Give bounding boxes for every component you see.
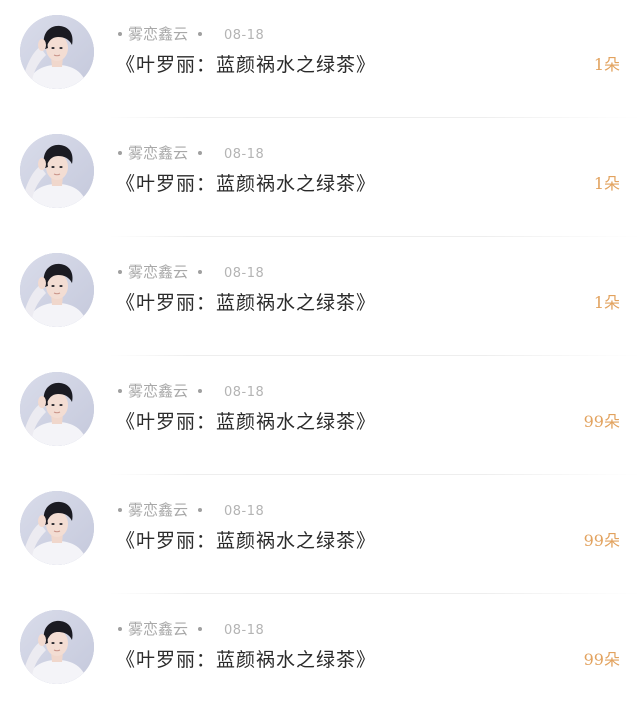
gift-amount: 99朵 [583, 650, 620, 669]
dot-icon [118, 32, 122, 36]
item-meta: 雾恋鑫云 08-18 [118, 143, 264, 163]
username[interactable]: 雾恋鑫云 [128, 263, 188, 281]
book-title[interactable]: 《叶罗丽：蓝颜祸水之绿茶》 [116, 409, 376, 435]
avatar[interactable] [20, 134, 94, 208]
list-item[interactable]: 雾恋鑫云 08-18 《叶罗丽：蓝颜祸水之绿茶》 1朵 [0, 238, 640, 356]
divider [110, 474, 640, 475]
item-meta: 雾恋鑫云 08-18 [118, 500, 264, 520]
list-item[interactable]: 雾恋鑫云 08-18 《叶罗丽：蓝颜祸水之绿茶》 99朵 [0, 357, 640, 475]
gift-list: 雾恋鑫云 08-18 《叶罗丽：蓝颜祸水之绿茶》 1朵 雾恋鑫云 08-18 《叶罗… [0, 0, 640, 708]
timestamp: 08-18 [224, 385, 265, 400]
gift-amount: 1朵 [593, 174, 620, 193]
divider [110, 236, 640, 237]
timestamp: 08-18 [224, 504, 265, 519]
avatar[interactable] [20, 15, 94, 89]
username[interactable]: 雾恋鑫云 [128, 501, 188, 519]
item-meta: 雾恋鑫云 08-18 [118, 619, 264, 639]
item-meta: 雾恋鑫云 08-18 [118, 262, 264, 282]
avatar-photo-icon [20, 610, 94, 684]
avatar[interactable] [20, 253, 94, 327]
avatar-photo-icon [20, 15, 94, 89]
username[interactable]: 雾恋鑫云 [128, 25, 188, 43]
dot-icon [118, 508, 122, 512]
dot-icon [118, 270, 122, 274]
username[interactable]: 雾恋鑫云 [128, 144, 188, 162]
gift-amount: 1朵 [593, 55, 620, 74]
dot-icon [118, 389, 122, 393]
list-item[interactable]: 雾恋鑫云 08-18 《叶罗丽：蓝颜祸水之绿茶》 1朵 [0, 0, 640, 118]
divider [110, 593, 640, 594]
gift-amount: 99朵 [583, 531, 620, 550]
timestamp: 08-18 [224, 623, 265, 638]
dot-icon [118, 151, 122, 155]
avatar-photo-icon [20, 134, 94, 208]
dot-icon [198, 151, 203, 155]
avatar-photo-icon [20, 491, 94, 565]
book-title[interactable]: 《叶罗丽：蓝颜祸水之绿茶》 [116, 52, 376, 78]
avatar-photo-icon [20, 372, 94, 446]
book-title[interactable]: 《叶罗丽：蓝颜祸水之绿茶》 [116, 171, 376, 197]
dot-icon [198, 32, 203, 36]
item-meta: 雾恋鑫云 08-18 [118, 381, 264, 401]
list-item[interactable]: 雾恋鑫云 08-18 《叶罗丽：蓝颜祸水之绿茶》 99朵 [0, 476, 640, 594]
avatar[interactable] [20, 491, 94, 565]
username[interactable]: 雾恋鑫云 [128, 620, 188, 638]
dot-icon [198, 627, 203, 631]
divider [110, 117, 640, 118]
dot-icon [198, 270, 203, 274]
gift-amount: 1朵 [593, 293, 620, 312]
avatar[interactable] [20, 372, 94, 446]
dot-icon [118, 627, 122, 631]
book-title[interactable]: 《叶罗丽：蓝颜祸水之绿茶》 [116, 290, 376, 316]
gift-amount: 99朵 [583, 412, 620, 431]
avatar-photo-icon [20, 253, 94, 327]
avatar[interactable] [20, 610, 94, 684]
book-title[interactable]: 《叶罗丽：蓝颜祸水之绿茶》 [116, 647, 376, 673]
list-item[interactable]: 雾恋鑫云 08-18 《叶罗丽：蓝颜祸水之绿茶》 1朵 [0, 119, 640, 237]
timestamp: 08-18 [224, 147, 265, 162]
timestamp: 08-18 [224, 266, 265, 281]
dot-icon [198, 389, 203, 393]
username[interactable]: 雾恋鑫云 [128, 382, 188, 400]
book-title[interactable]: 《叶罗丽：蓝颜祸水之绿茶》 [116, 528, 376, 554]
timestamp: 08-18 [224, 28, 265, 43]
dot-icon [198, 508, 203, 512]
list-item[interactable]: 雾恋鑫云 08-18 《叶罗丽：蓝颜祸水之绿茶》 99朵 [0, 595, 640, 713]
divider [110, 355, 640, 356]
item-meta: 雾恋鑫云 08-18 [118, 24, 264, 44]
